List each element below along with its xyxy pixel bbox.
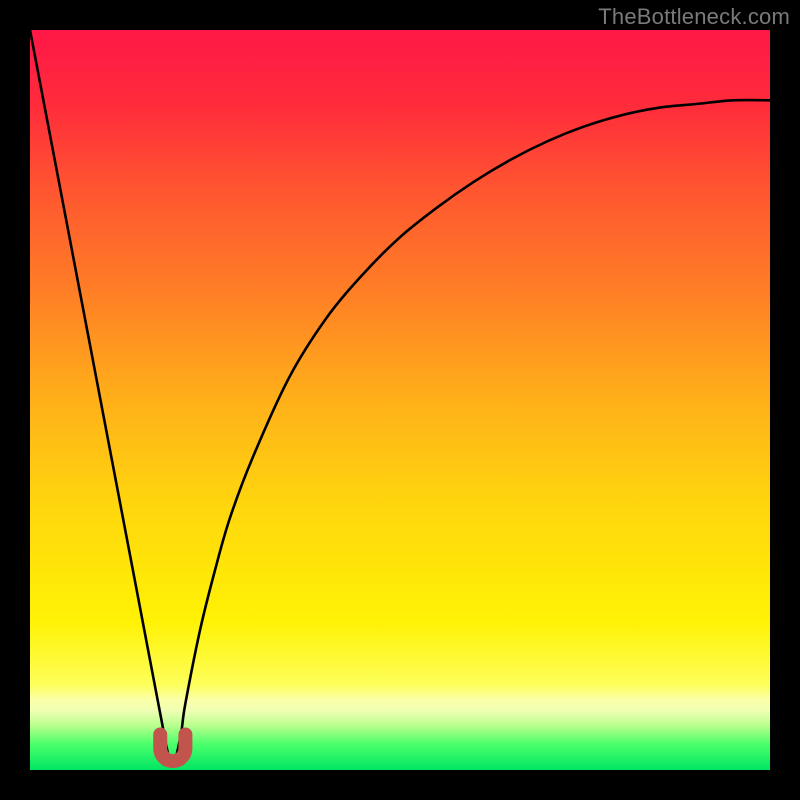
chart-container: TheBottleneck.com [0, 0, 800, 800]
attribution-label: TheBottleneck.com [598, 4, 790, 30]
bottleneck-chart [30, 30, 770, 770]
plot-background [30, 30, 770, 770]
